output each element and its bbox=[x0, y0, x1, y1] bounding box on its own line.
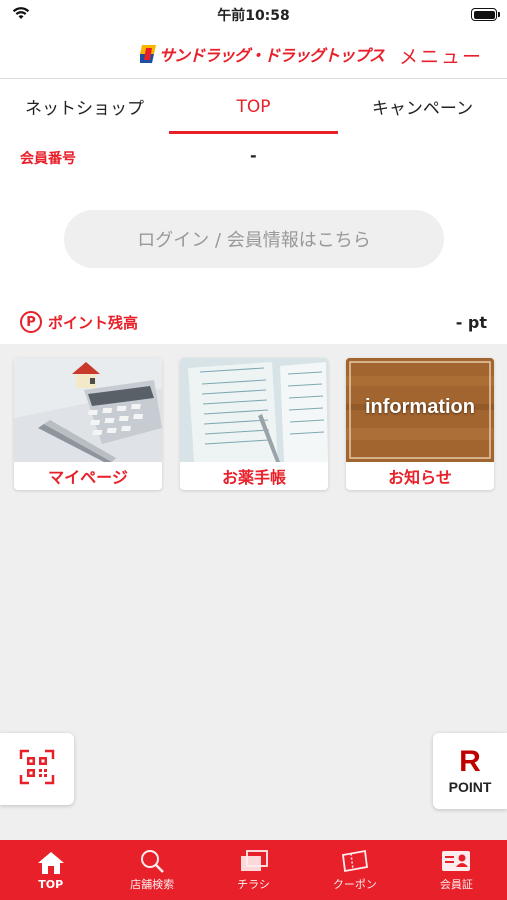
status-bar: 午前10:58 bbox=[0, 0, 507, 30]
card-medicine-notebook-label: お薬手帳 bbox=[221, 468, 286, 487]
card-information[interactable]: information お知らせ bbox=[346, 358, 494, 490]
rakuten-point-label: POINT bbox=[448, 779, 492, 795]
app-screen: 午前10:58 サンドラッグ・ドラッグトップス メニュー ネットショップ TOP… bbox=[0, 0, 507, 900]
flyer-icon bbox=[240, 848, 268, 874]
tab-top[interactable]: TOP bbox=[169, 79, 338, 134]
qr-code-icon bbox=[19, 749, 55, 789]
search-icon bbox=[139, 848, 165, 874]
nav-store-search-label: 店舗検索 bbox=[130, 878, 175, 891]
points-balance-row: P ポイント残高 - pt bbox=[20, 310, 487, 334]
brand-logo[interactable]: サンドラッグ・ドラッグトップス bbox=[140, 42, 385, 66]
login-button[interactable]: ログイン / 会員情報はこちら bbox=[64, 210, 444, 268]
information-board-text: information bbox=[365, 396, 475, 418]
nav-member-card-label: 会員証 bbox=[439, 878, 473, 891]
battery-icon bbox=[471, 8, 500, 21]
points-value: - pt bbox=[455, 312, 487, 332]
menu-cards: マイページ お薬手帳 information お知らせ bbox=[14, 358, 494, 490]
card-medicine-notebook[interactable]: お薬手帳 bbox=[180, 358, 328, 490]
nav-store-search[interactable]: 店舗検索 bbox=[101, 840, 202, 900]
menu-button[interactable]: メニュー bbox=[399, 42, 483, 69]
information-board-icon: information bbox=[346, 358, 494, 462]
logo-mark-icon bbox=[140, 45, 156, 63]
nav-coupon[interactable]: クーポン bbox=[304, 840, 405, 900]
points-label: ポイント残高 bbox=[48, 313, 139, 332]
member-panel: 会員番号 - ログイン / 会員情報はこちら P ポイント残高 - pt bbox=[0, 134, 507, 344]
member-card-icon bbox=[441, 848, 471, 874]
member-number-label: 会員番号 bbox=[20, 151, 76, 167]
wifi-icon bbox=[12, 6, 30, 24]
tab-campaign[interactable]: キャンペーン bbox=[338, 79, 507, 134]
point-icon: P bbox=[20, 311, 42, 333]
calculator-photo-icon bbox=[14, 358, 162, 462]
status-time: 午前10:58 bbox=[217, 8, 290, 24]
nav-flyer[interactable]: チラシ bbox=[203, 840, 304, 900]
rakuten-point-button[interactable]: R POINT bbox=[433, 733, 507, 809]
coupon-icon bbox=[341, 848, 369, 874]
logo-text: サンドラッグ・ドラッグトップス bbox=[159, 46, 385, 65]
card-mypage[interactable]: マイページ bbox=[14, 358, 162, 490]
nav-top[interactable]: TOP bbox=[0, 840, 101, 900]
top-tab-bar: ネットショップ TOP キャンペーン bbox=[0, 78, 507, 134]
nav-top-label: TOP bbox=[38, 877, 64, 891]
medicine-notebook-photo-icon bbox=[180, 358, 328, 462]
tab-net-shop[interactable]: ネットショップ bbox=[0, 79, 169, 134]
nav-flyer-label: チラシ bbox=[237, 878, 270, 891]
card-information-label: お知らせ bbox=[388, 468, 452, 487]
rakuten-r-icon: R bbox=[459, 745, 481, 778]
nav-coupon-label: クーポン bbox=[332, 878, 377, 891]
home-icon bbox=[37, 850, 65, 876]
card-mypage-label: マイページ bbox=[48, 468, 128, 487]
nav-member-card[interactable]: 会員証 bbox=[406, 840, 507, 900]
member-number-value: - bbox=[250, 146, 257, 165]
qr-button[interactable] bbox=[0, 733, 74, 805]
bottom-nav: TOP 店舗検索 チラシ クーポン 会員証 bbox=[0, 840, 507, 900]
app-header: サンドラッグ・ドラッグトップス メニュー bbox=[0, 30, 507, 78]
